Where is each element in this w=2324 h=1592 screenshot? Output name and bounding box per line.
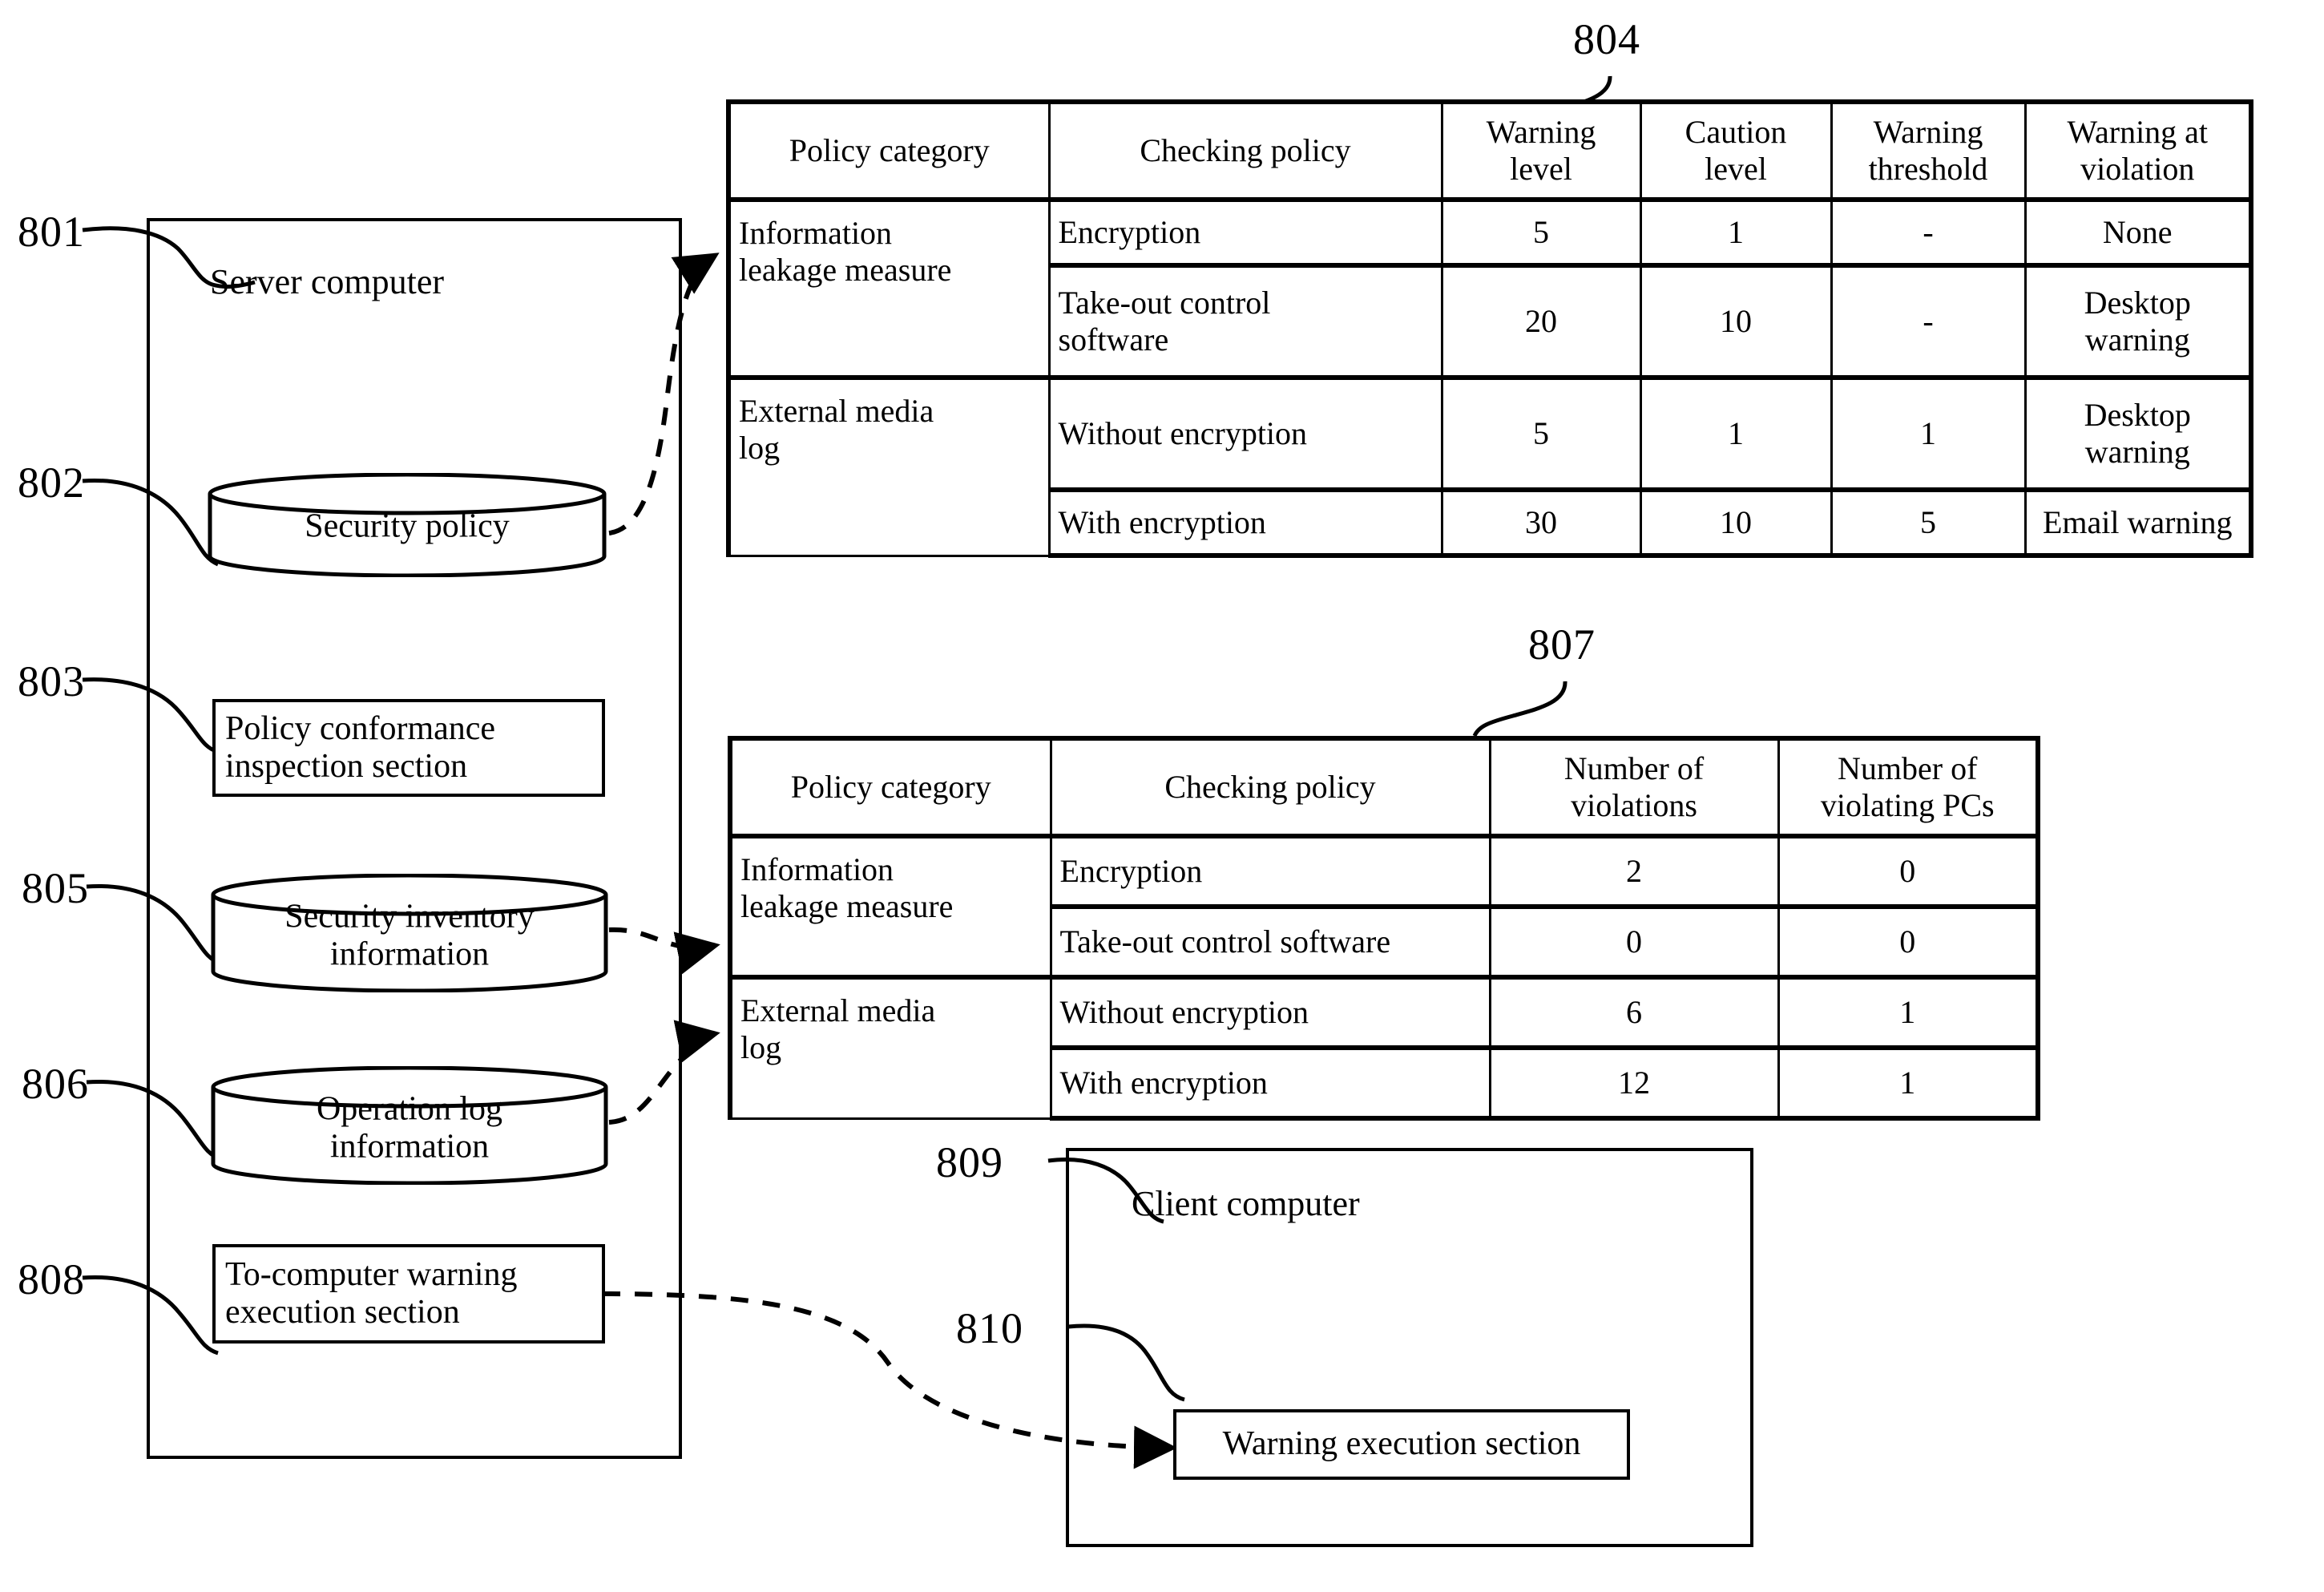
table-804-header-row: Policy category Checking policy Warning … (726, 99, 2253, 201)
td-checking-policy: With encryption (1047, 487, 1443, 558)
server-computer-title: Server computer (210, 262, 444, 301)
td-warning-at-violation: Email warning (2023, 487, 2253, 558)
operation-log-information-database: Operation log information (210, 1066, 609, 1185)
td-policy-category: External media log (726, 375, 1051, 557)
th-warning-at-violation: Warning at violation (2023, 99, 2253, 201)
table-807-header-row: Policy category Checking policy Number o… (728, 736, 2040, 838)
ref-805: 805 (22, 864, 89, 912)
td-warning-at-violation: Desktop warning (2023, 263, 2253, 379)
td-checking-policy: Encryption (1049, 834, 1491, 908)
table-row: Information leakage measure Encryption 2… (728, 834, 2040, 979)
td-number-of-violations: 2 (1488, 834, 1780, 908)
database-cylinder-icon (211, 874, 608, 992)
td-checking-policy: With encryption (1049, 1045, 1491, 1121)
td-caution-level: 1 (1639, 197, 1833, 267)
leader-807 (1472, 681, 1567, 737)
td-number-of-violations: 0 (1488, 904, 1780, 979)
database-cylinder-icon (208, 473, 607, 577)
td-caution-level: 10 (1639, 487, 1833, 558)
ref-802: 802 (18, 459, 85, 507)
policy-conformance-inspection-section: Policy conformance inspection section (212, 699, 605, 797)
th-warning-threshold: Warning threshold (1830, 99, 2027, 201)
warning-execution-label: Warning execution section (1222, 1425, 1581, 1463)
td-number-of-violations: 12 (1488, 1045, 1780, 1121)
td-warning-level: 30 (1440, 487, 1642, 558)
ref-801: 801 (18, 208, 85, 256)
to-computer-warning-label: To-computer warning execution section (225, 1255, 518, 1331)
ref-809: 809 (936, 1138, 1003, 1186)
td-policy-category: Information leakage measure (728, 834, 1052, 979)
policy-conformance-label: Policy conformance inspection section (225, 709, 496, 785)
ref-803: 803 (18, 657, 85, 705)
td-warning-threshold: - (1830, 197, 2027, 267)
td-number-of-violating-pcs: 0 (1777, 834, 2040, 908)
to-computer-warning-execution-section: To-computer warning execution section (212, 1244, 605, 1344)
table-row: External media log Without encryption 6 … (728, 975, 2040, 1120)
td-warning-level: 5 (1440, 375, 1642, 491)
th-policy-category: Policy category (728, 736, 1052, 838)
table-row: Information leakage measure Encryption 5… (726, 197, 2253, 379)
security-policy-table: Policy category Checking policy Warning … (726, 99, 2253, 558)
td-checking-policy: Take-out control software (1047, 263, 1443, 379)
td-warning-level: 20 (1440, 263, 1642, 379)
th-caution-level: Caution level (1639, 99, 1833, 201)
td-checking-policy: Without encryption (1047, 375, 1443, 491)
td-checking-policy: Encryption (1047, 197, 1443, 267)
figure-canvas: 801 802 803 805 806 808 804 807 809 810 … (0, 0, 2324, 1592)
td-policy-category: Information leakage measure (726, 197, 1051, 379)
td-number-of-violating-pcs: 0 (1777, 904, 2040, 979)
td-policy-category: External media log (728, 975, 1052, 1120)
th-warning-level: Warning level (1440, 99, 1642, 201)
td-checking-policy: Take-out control software (1049, 904, 1491, 979)
td-warning-level: 5 (1440, 197, 1642, 267)
security-policy-database: Security policy (207, 473, 607, 577)
th-number-of-violations: Number of violations (1488, 736, 1780, 838)
table-row: External media log Without encryption 5 … (726, 375, 2253, 557)
td-caution-level: 10 (1639, 263, 1833, 379)
client-computer-title: Client computer (1132, 1184, 1360, 1223)
ref-810: 810 (956, 1304, 1023, 1352)
td-warning-threshold: 5 (1830, 487, 2027, 558)
th-number-of-violating-pcs: Number of violating PCs (1777, 736, 2040, 838)
ref-804: 804 (1573, 15, 1640, 63)
ref-806: 806 (22, 1060, 89, 1108)
ref-808: 808 (18, 1255, 85, 1303)
td-number-of-violations: 6 (1488, 975, 1780, 1049)
td-warning-at-violation: None (2023, 197, 2253, 267)
td-number-of-violating-pcs: 1 (1777, 975, 2040, 1049)
security-inventory-information-database: Security inventory information (210, 874, 609, 992)
td-warning-at-violation: Desktop warning (2023, 375, 2253, 491)
td-number-of-violating-pcs: 1 (1777, 1045, 2040, 1121)
th-checking-policy: Checking policy (1047, 99, 1443, 201)
td-checking-policy: Without encryption (1049, 975, 1491, 1049)
td-warning-threshold: 1 (1830, 375, 2027, 491)
th-checking-policy: Checking policy (1049, 736, 1491, 838)
th-policy-category: Policy category (726, 99, 1051, 201)
td-warning-threshold: - (1830, 263, 2027, 379)
database-cylinder-icon (211, 1066, 608, 1185)
warning-execution-section: Warning execution section (1173, 1409, 1630, 1480)
td-caution-level: 1 (1639, 375, 1833, 491)
ref-807: 807 (1528, 620, 1596, 669)
violation-summary-table: Policy category Checking policy Number o… (728, 736, 2040, 1121)
